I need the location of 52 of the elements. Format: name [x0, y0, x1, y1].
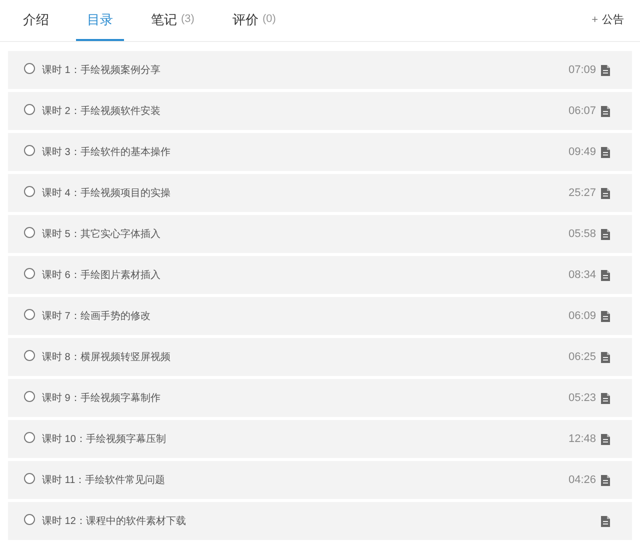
lesson-row[interactable]: 课时 5：其它实心字体插入 05:58: [8, 215, 632, 253]
lesson-row[interactable]: 课时 2：手绘视频软件安装 06:07: [8, 92, 632, 130]
lesson-title: 课时 3：手绘软件的基本操作: [42, 146, 172, 160]
document-icon: [601, 228, 610, 240]
lesson-title: 课时 12：课程中的软件素材下载: [42, 514, 187, 528]
lesson-duration: 04:26: [568, 472, 596, 488]
tab[interactable]: 介绍: [12, 0, 60, 41]
lesson-duration: 05:23: [568, 390, 596, 406]
lesson-title: 课时 1：手绘视频案例分享: [42, 64, 162, 78]
lesson-duration: 12:48: [568, 432, 596, 447]
lesson-row[interactable]: 课时 1：手绘视频案例分享 07:09: [8, 51, 632, 89]
lesson-duration: 09:49: [568, 144, 596, 160]
lesson-title: 课时 9：手绘视频字幕制作: [42, 392, 162, 406]
lesson-duration: 08:34: [568, 268, 596, 283]
notice-button[interactable]: + 公告: [592, 0, 628, 41]
lesson-row[interactable]: 课时 6：手绘图片素材插入 08:34: [8, 256, 632, 294]
lesson-title: 课时 6：手绘图片素材插入: [42, 268, 162, 282]
document-icon: [601, 434, 610, 444]
lesson-row[interactable]: 课时 7：绘画手势的修改 06:09: [8, 297, 632, 335]
lesson-row[interactable]: 课时 11：手绘软件常见问题 04:26: [8, 461, 632, 499]
lesson-row[interactable]: 课时 12：课程中的软件素材下载: [8, 502, 632, 540]
document-icon: [601, 392, 610, 404]
lesson-title: 课时 2：手绘视频软件安装: [42, 104, 162, 118]
lesson-row[interactable]: 课时 8：横屏视频转竖屏视频 06:25: [8, 338, 632, 376]
document-icon: [601, 516, 610, 526]
lesson-duration: 05:58: [568, 226, 596, 242]
document-icon: [601, 64, 610, 76]
lesson-title: 课时 5：其它实心字体插入: [42, 228, 162, 242]
document-icon: [601, 352, 610, 362]
document-icon: [601, 146, 610, 158]
document-icon: [601, 106, 610, 116]
lesson-title: 课时 11：手绘软件常见问题: [42, 474, 166, 488]
lesson-title: 课时 8：横屏视频转竖屏视频: [42, 350, 172, 364]
lesson-title: 课时 10：手绘视频字幕压制: [42, 432, 167, 446]
lesson-duration: 06:25: [568, 350, 596, 365]
tab[interactable]: 评价 (0): [221, 0, 287, 41]
lesson-duration: 07:09: [568, 62, 596, 78]
lesson-duration: 25:27: [568, 186, 596, 201]
lesson-duration: 06:07: [568, 104, 596, 119]
lesson-row[interactable]: 课时 3：手绘软件的基本操作 09:49: [8, 133, 632, 171]
lesson-duration: 06:09: [568, 308, 596, 324]
document-icon: [601, 188, 610, 198]
document-icon: [601, 270, 610, 280]
document-icon: [601, 474, 610, 486]
lesson-row[interactable]: 课时 9：手绘视频字幕制作 05:23: [8, 379, 632, 417]
lesson-title: 课时 7：绘画手势的修改: [42, 310, 152, 324]
lesson-title: 课时 4：手绘视频项目的实操: [42, 186, 172, 200]
tab[interactable]: 目录: [76, 0, 124, 41]
document-icon: [601, 310, 610, 322]
lesson-row[interactable]: 课时 4：手绘视频项目的实操 25:27: [8, 174, 632, 212]
tab[interactable]: 笔记 (3): [140, 0, 206, 41]
lesson-row[interactable]: 课时 10：手绘视频字幕压制 12:48: [8, 420, 632, 458]
